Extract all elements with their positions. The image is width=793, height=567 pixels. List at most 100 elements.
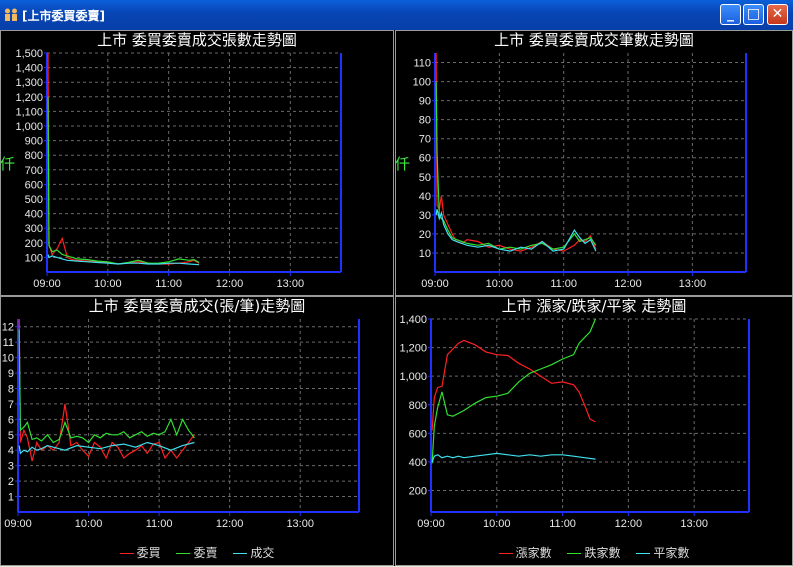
maximize-icon: □ bbox=[746, 6, 761, 22]
series-line bbox=[18, 441, 195, 455]
chart-legend: 委買 委賣 成交 bbox=[1, 544, 393, 561]
y-tick-label: 1,500 bbox=[15, 48, 43, 60]
y-tick-label: 600 bbox=[25, 179, 43, 191]
y-tick-label: 30 bbox=[419, 210, 431, 222]
x-tick-label: 09:00 bbox=[421, 278, 449, 290]
chart-panel-breadth: 上市 漲家/跌家/平家 走勢圖 200 400 600 800 1,000 1,200 1,… bbox=[395, 296, 793, 566]
close-button[interactable]: ✕ bbox=[767, 4, 788, 25]
chart-panel-volume: 上市 委買委賣成交張數走勢圖 仟 100 200 300 400 500 600 700 80… bbox=[0, 30, 394, 296]
x-tick-label: 10:00 bbox=[75, 518, 103, 530]
y-tick-label: 500 bbox=[25, 194, 43, 206]
legend-item: 成交 bbox=[233, 544, 274, 561]
y-tick-label: 700 bbox=[25, 165, 43, 177]
y-tick-label: 90 bbox=[419, 96, 431, 108]
legend-swatch bbox=[233, 553, 248, 554]
x-tick-label: 12:00 bbox=[216, 278, 244, 290]
x-tick-label: 09:00 bbox=[4, 518, 32, 530]
legend-item: 漲家數 bbox=[498, 544, 552, 561]
chart-svg: 10 20 30 40 50 60 70 80 90 100 110 09:00 10:00 11:00 1… bbox=[413, 52, 747, 290]
legend-label: 平家數 bbox=[653, 546, 690, 560]
series-line bbox=[431, 339, 596, 431]
legend-label: 委買 bbox=[136, 546, 161, 560]
y-tick-label: 300 bbox=[25, 223, 43, 235]
x-tick-label: 10:00 bbox=[94, 278, 122, 290]
chart-svg: 200 400 600 800 1,000 1,200 1,400 09:00 10:00 11:… bbox=[399, 314, 750, 530]
series-line bbox=[18, 329, 195, 444]
y-tick-label: 600 bbox=[409, 428, 427, 440]
y-tick-label: 10 bbox=[2, 353, 14, 365]
y-tick-label: 1,400 bbox=[399, 314, 427, 326]
app-window: [上市委買委賣] _ □ ✕ 上市 委買委賣成交張數走勢圖 仟 100 200 30… bbox=[0, 0, 793, 566]
y-tick-label: 80 bbox=[419, 115, 431, 127]
y-tick-label: 7 bbox=[8, 399, 14, 411]
x-tick-label: 12:00 bbox=[614, 278, 642, 290]
series-line bbox=[435, 81, 597, 250]
y-tick-label: 6 bbox=[8, 414, 14, 426]
x-tick-label: 13:00 bbox=[679, 278, 707, 290]
y-tick-label: 9 bbox=[8, 368, 14, 380]
y-tick-label: 4 bbox=[8, 445, 14, 457]
x-tick-label: 09:00 bbox=[417, 518, 445, 530]
series-line bbox=[435, 52, 597, 252]
y-tick-label: 1,200 bbox=[399, 343, 427, 355]
y-tick-label: 100 bbox=[25, 252, 43, 264]
x-tick-label: 10:00 bbox=[483, 518, 511, 530]
y-tick-label: 10 bbox=[419, 248, 431, 260]
legend-label: 跌家數 bbox=[584, 546, 621, 560]
y-tick-label: 50 bbox=[419, 172, 431, 184]
y-tick-label: 1,000 bbox=[399, 371, 427, 383]
y-tick-label: 400 bbox=[409, 457, 427, 469]
y-tick-label: 20 bbox=[419, 229, 431, 241]
x-tick-label: 11:00 bbox=[146, 518, 173, 530]
x-tick-label: 13:00 bbox=[680, 518, 708, 530]
series-line bbox=[435, 209, 597, 252]
legend-label: 委賣 bbox=[193, 546, 218, 560]
y-tick-label: 1 bbox=[8, 492, 14, 504]
legend-swatch bbox=[119, 553, 134, 554]
title-bar[interactable]: [上市委買委賣] _ □ ✕ bbox=[0, 0, 793, 30]
y-tick-label: 40 bbox=[419, 191, 431, 203]
legend-swatch bbox=[567, 553, 582, 554]
minimize-button[interactable]: _ bbox=[720, 4, 741, 25]
series-line bbox=[18, 318, 195, 462]
x-tick-label: 13:00 bbox=[277, 278, 305, 290]
legend-label: 漲家數 bbox=[515, 546, 552, 560]
y-tick-label: 800 bbox=[25, 150, 43, 162]
series-line bbox=[47, 52, 200, 265]
window-title: [上市委買委賣] bbox=[22, 9, 105, 23]
chart-svg: 12345678910111209:00 10:00 11:00 12:00 13:00 bbox=[2, 318, 360, 530]
legend-swatch bbox=[176, 553, 191, 554]
x-tick-label: 12:00 bbox=[216, 518, 244, 530]
y-tick-label: 1,100 bbox=[15, 106, 43, 118]
y-tick-label: 1,400 bbox=[15, 63, 43, 75]
y-tick-label: 70 bbox=[419, 134, 431, 146]
chart-legend: 漲家數 跌家數 平家數 bbox=[396, 544, 792, 561]
y-tick-label: 100 bbox=[413, 77, 431, 89]
series-line bbox=[431, 452, 596, 463]
y-tick-label: 1,300 bbox=[15, 77, 43, 89]
y-tick-label: 5 bbox=[8, 430, 14, 442]
x-tick-label: 09:00 bbox=[33, 278, 61, 290]
series-line bbox=[47, 96, 200, 265]
y-tick-label: 3 bbox=[8, 461, 14, 473]
x-tick-label: 11:00 bbox=[550, 278, 577, 290]
x-tick-label: 13:00 bbox=[286, 518, 314, 530]
legend-label: 成交 bbox=[250, 546, 275, 560]
legend-swatch bbox=[636, 553, 651, 554]
people-icon bbox=[5, 8, 17, 21]
y-tick-label: 60 bbox=[419, 153, 431, 165]
x-tick-label: 10:00 bbox=[486, 278, 514, 290]
x-tick-label: 12:00 bbox=[615, 518, 643, 530]
chart-svg: 100 200 300 400 500 600 700 800 900 1,000 1,100 1,2… bbox=[15, 48, 342, 290]
y-tick-label: 2 bbox=[8, 476, 14, 488]
chart-area: 上市 委買委賣成交張數走勢圖 仟 100 200 300 400 500 600 700 80… bbox=[0, 30, 793, 566]
y-tick-label: 200 bbox=[25, 238, 43, 250]
legend-item: 委賣 bbox=[176, 544, 218, 561]
y-tick-label: 400 bbox=[25, 209, 43, 221]
maximize-button[interactable]: □ bbox=[743, 4, 764, 25]
y-tick-label: 11 bbox=[3, 337, 14, 349]
legend-item: 平家數 bbox=[636, 544, 689, 561]
x-tick-label: 11:00 bbox=[155, 278, 182, 290]
legend-swatch bbox=[498, 553, 513, 554]
y-tick-label: 8 bbox=[8, 383, 14, 395]
